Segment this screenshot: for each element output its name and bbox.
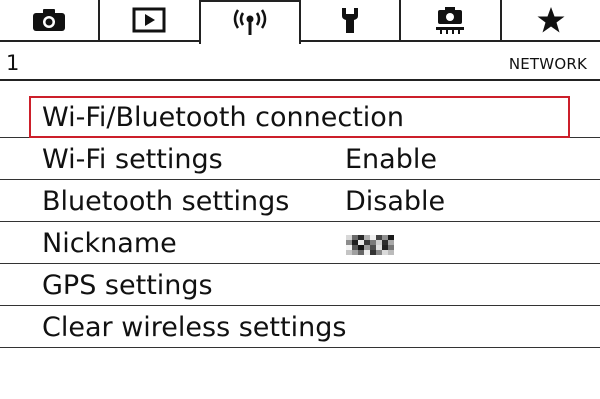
menu-item-clear-wireless-settings[interactable]: Clear wireless settings <box>0 306 600 348</box>
menu-item-label: Nickname <box>42 228 177 259</box>
menu-item-label: Clear wireless settings <box>42 312 347 343</box>
wrench-icon <box>338 6 362 34</box>
tab-shooting[interactable] <box>0 0 101 42</box>
playback-icon <box>132 7 166 33</box>
menu-item-label: Wi-Fi settings <box>42 144 223 175</box>
camera-icon <box>32 8 66 32</box>
wireless-icon <box>230 9 270 37</box>
menu-item-bluetooth-settings[interactable]: Bluetooth settings Disable <box>0 180 600 222</box>
menu-item-label: GPS settings <box>42 270 213 301</box>
tab-setup[interactable] <box>300 0 402 42</box>
menu-item-label: Wi-Fi/Bluetooth connection <box>42 102 404 133</box>
redacted-nickname-mosaic <box>346 235 394 255</box>
menu-item-label: Bluetooth settings <box>42 186 290 217</box>
menu-item-value: Enable <box>345 144 437 175</box>
menu-item-value: Disable <box>345 186 446 217</box>
menu-item-gps-settings[interactable]: GPS settings <box>0 264 600 306</box>
tab-custom-functions[interactable] <box>401 0 502 42</box>
section-title: NETWORK <box>508 55 587 73</box>
star-icon <box>536 6 566 34</box>
menu-item-wifi-bluetooth-connection[interactable]: Wi-Fi/Bluetooth connection <box>0 96 600 138</box>
menu-item-nickname[interactable]: Nickname <box>0 222 600 264</box>
tab-my-menu[interactable] <box>501 0 600 42</box>
menu-tab-bar <box>0 0 600 44</box>
page-number: 1 <box>6 51 20 75</box>
page-header: 1 NETWORK <box>0 44 600 81</box>
menu-item-wifi-settings[interactable]: Wi-Fi settings Enable <box>0 138 600 180</box>
custom-functions-icon <box>434 6 466 34</box>
tab-playback[interactable] <box>100 0 199 42</box>
tab-network[interactable] <box>198 0 301 44</box>
network-menu-list: Wi-Fi/Bluetooth connection Wi-Fi setting… <box>0 96 600 348</box>
